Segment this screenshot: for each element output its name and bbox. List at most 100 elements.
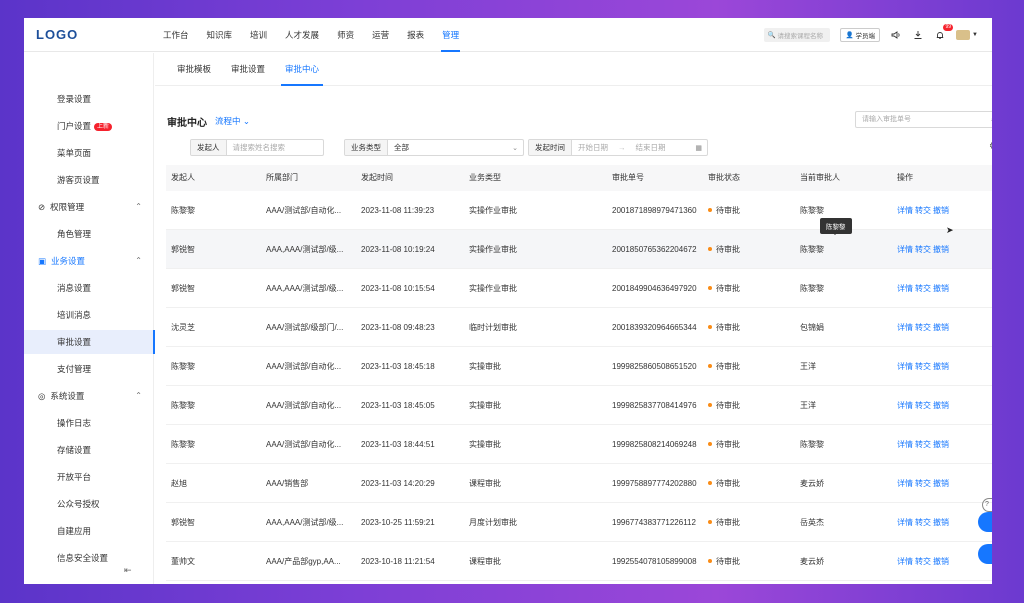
revoke-link[interactable]: 撤销 xyxy=(933,323,949,332)
sidebar-item[interactable]: 菜单页面 xyxy=(24,141,154,165)
sidebar-item[interactable]: 自建应用 xyxy=(24,519,154,543)
table-cell: 2023-11-08 10:19:24 xyxy=(361,244,435,254)
start-date-input[interactable]: 开始日期 xyxy=(572,142,614,153)
sidebar-item[interactable]: 审批设置 xyxy=(24,330,155,354)
status-text: 待审批 xyxy=(716,205,740,215)
detail-link[interactable]: 详情 xyxy=(897,206,913,215)
table-row[interactable]: 郭锐智 AAA,AAA/测试部/级... 2023-11-08 10:15:54 实操… xyxy=(166,269,992,308)
sidebar-item[interactable]: 消息设置 xyxy=(24,276,154,300)
revoke-link[interactable]: 撤销 xyxy=(933,284,949,293)
float-action-button[interactable] xyxy=(978,512,992,532)
column-settings-gear-icon[interactable]: ⚙ xyxy=(989,141,992,152)
revoke-link[interactable]: 撤销 xyxy=(933,557,949,566)
biz-type-filter[interactable]: 业务类型 全部 ⌄ xyxy=(344,139,524,156)
download-icon[interactable] xyxy=(912,29,924,41)
detail-link[interactable]: 详情 xyxy=(897,440,913,449)
table-row[interactable]: 周翔AAA2023-10-09 18:18:18任务审批198871366519… xyxy=(166,581,992,584)
sub-tab[interactable]: 审批设置 xyxy=(221,53,275,85)
table-row[interactable]: 沈灵芝 AAA/测试部/级部门/... 2023-11-08 09:48:23 临时计… xyxy=(166,308,992,347)
table-cell: 实操作业审批 xyxy=(469,244,517,254)
table-row[interactable]: 陈黎黎 AAA/测试部/自动化... 2023-11-03 18:45:18 实操审批… xyxy=(166,347,992,386)
global-search[interactable]: 🔍 请搜索课程名称 xyxy=(764,28,831,42)
float-action-button[interactable] xyxy=(978,544,992,564)
nav-item[interactable]: 培训 xyxy=(241,18,276,52)
transfer-link[interactable]: 转交 xyxy=(915,245,931,254)
detail-link[interactable]: 详情 xyxy=(897,479,913,488)
revoke-link[interactable]: 撤销 xyxy=(933,245,949,254)
table-row[interactable]: 赵旭 AAA/销售部 2023-11-03 14:20:29 课程审批 19997588… xyxy=(166,464,992,503)
nav-item[interactable]: 师资 xyxy=(328,18,363,52)
detail-link[interactable]: 详情 xyxy=(897,557,913,566)
revoke-link[interactable]: 撤销 xyxy=(933,362,949,371)
transfer-link[interactable]: 转交 xyxy=(915,362,931,371)
sidebar-group[interactable]: ▣ 业务设置 ⌃ xyxy=(24,249,154,273)
status-filter-dropdown[interactable]: 流程中 ⌄ xyxy=(215,115,250,127)
sidebar-item[interactable]: 公众号授权 xyxy=(24,492,154,516)
user-menu[interactable]: ▼ xyxy=(956,30,978,40)
table-row[interactable]: 陈黎黎 AAA/测试部/自动化... 2023-11-03 18:45:05 实操审批… xyxy=(166,386,992,425)
table-cell: 2023-11-03 18:45:05 xyxy=(361,400,435,410)
table-row[interactable]: 陈黎黎 AAA/测试部/自动化... 2023-11-08 11:39:23 实操作业… xyxy=(166,191,992,230)
collapse-sidebar-icon[interactable]: ⇤ xyxy=(124,565,132,576)
switch-student-button[interactable]: 👤 学员端 xyxy=(840,28,881,42)
nav-item[interactable]: 知识库 xyxy=(198,18,242,52)
initiator-filter[interactable]: 发起人 请搜索姓名搜索 xyxy=(190,139,324,156)
sidebar-item[interactable]: 存储设置 xyxy=(24,438,154,462)
sidebar-group[interactable]: ⊘ 权限管理 ⌃ xyxy=(24,195,154,219)
revoke-link[interactable]: 撤销 xyxy=(933,479,949,488)
nav-item[interactable]: 人才发展 xyxy=(276,18,328,52)
sidebar-item[interactable]: 操作日志 xyxy=(24,411,154,435)
status-text: 待审批 xyxy=(716,283,740,293)
sidebar-item[interactable]: 角色管理 xyxy=(24,222,154,246)
transfer-link[interactable]: 转交 xyxy=(915,479,931,488)
sidebar-item[interactable]: 开放平台 xyxy=(24,465,154,489)
transfer-link[interactable]: 转交 xyxy=(915,557,931,566)
transfer-link[interactable]: 转交 xyxy=(915,284,931,293)
bell-icon[interactable]: 99 xyxy=(934,24,954,41)
transfer-link[interactable]: 转交 xyxy=(915,206,931,215)
speaker-icon[interactable] xyxy=(890,29,902,41)
end-date-input[interactable]: 结束日期 xyxy=(630,142,672,153)
detail-link[interactable]: 详情 xyxy=(897,245,913,254)
detail-link[interactable]: 详情 xyxy=(897,362,913,371)
sub-tab[interactable]: 审批模板 xyxy=(167,53,221,85)
revoke-link[interactable]: 撤销 xyxy=(933,206,949,215)
sidebar-item[interactable]: 支付管理 xyxy=(24,357,154,381)
table-cell: 实操审批 xyxy=(469,400,501,410)
sidebar-item-label: 自建应用 xyxy=(57,526,92,536)
approval-search-input[interactable]: 请输入审批单号 ⌕ xyxy=(855,111,992,128)
table-row[interactable]: 郭锐智 AAA,AAA/测试部/级... 2023-11-08 10:19:24 实操… xyxy=(166,230,992,269)
table-row[interactable]: 郭锐智 AAA,AAA/测试部/级... 2023-10-25 11:59:21 月度… xyxy=(166,503,992,542)
detail-link[interactable]: 详情 xyxy=(897,284,913,293)
time-filter[interactable]: 发起时间 开始日期 → 结束日期 ▦ xyxy=(528,139,708,156)
detail-link[interactable]: 详情 xyxy=(897,323,913,332)
sidebar-group[interactable]: ◎ 系统设置 ⌃ xyxy=(24,384,154,408)
table-row[interactable]: 陈黎黎 AAA/测试部/自动化... 2023-11-03 18:44:51 实操审批… xyxy=(166,425,992,464)
transfer-link[interactable]: 转交 xyxy=(915,323,931,332)
transfer-link[interactable]: 转交 xyxy=(915,518,931,527)
sidebar-item[interactable]: 培训消息 xyxy=(24,303,154,327)
nav-item[interactable]: 运营 xyxy=(363,18,398,52)
revoke-link[interactable]: 撤销 xyxy=(933,518,949,527)
help-icon[interactable]: ? xyxy=(982,498,992,512)
nav-item[interactable]: 报表 xyxy=(398,18,433,52)
detail-link[interactable]: 详情 xyxy=(897,518,913,527)
initiator-input[interactable]: 请搜索姓名搜索 xyxy=(227,142,292,153)
sidebar-item[interactable]: 门户设置 上新 xyxy=(24,114,154,138)
detail-link[interactable]: 详情 xyxy=(897,401,913,410)
sub-tab[interactable]: 审批中心 xyxy=(275,53,329,86)
sidebar-item[interactable]: 信息安全设置 xyxy=(24,546,154,570)
table-row[interactable]: 董帅文 AAA/产品部gyp,AA... 2023-10-18 11:21:54 课程… xyxy=(166,542,992,581)
transfer-link[interactable]: 转交 xyxy=(915,440,931,449)
sidebar-item[interactable]: 登录设置 xyxy=(24,87,154,111)
biz-type-select[interactable]: 全部 xyxy=(388,142,415,153)
column-header: 发起时间 xyxy=(361,173,393,182)
main-nav: 工作台 知识库 培训 人才发展 师资 运营 报表 管理 xyxy=(154,18,468,52)
sidebar-item[interactable]: 游客页设置 xyxy=(24,168,154,192)
nav-item[interactable]: 管理 xyxy=(433,18,468,52)
transfer-link[interactable]: 转交 xyxy=(915,401,931,410)
revoke-link[interactable]: 撤销 xyxy=(933,401,949,410)
revoke-link[interactable]: 撤销 xyxy=(933,440,949,449)
nav-item[interactable]: 工作台 xyxy=(154,18,198,52)
table-cell: 包锦娟 xyxy=(800,322,824,332)
